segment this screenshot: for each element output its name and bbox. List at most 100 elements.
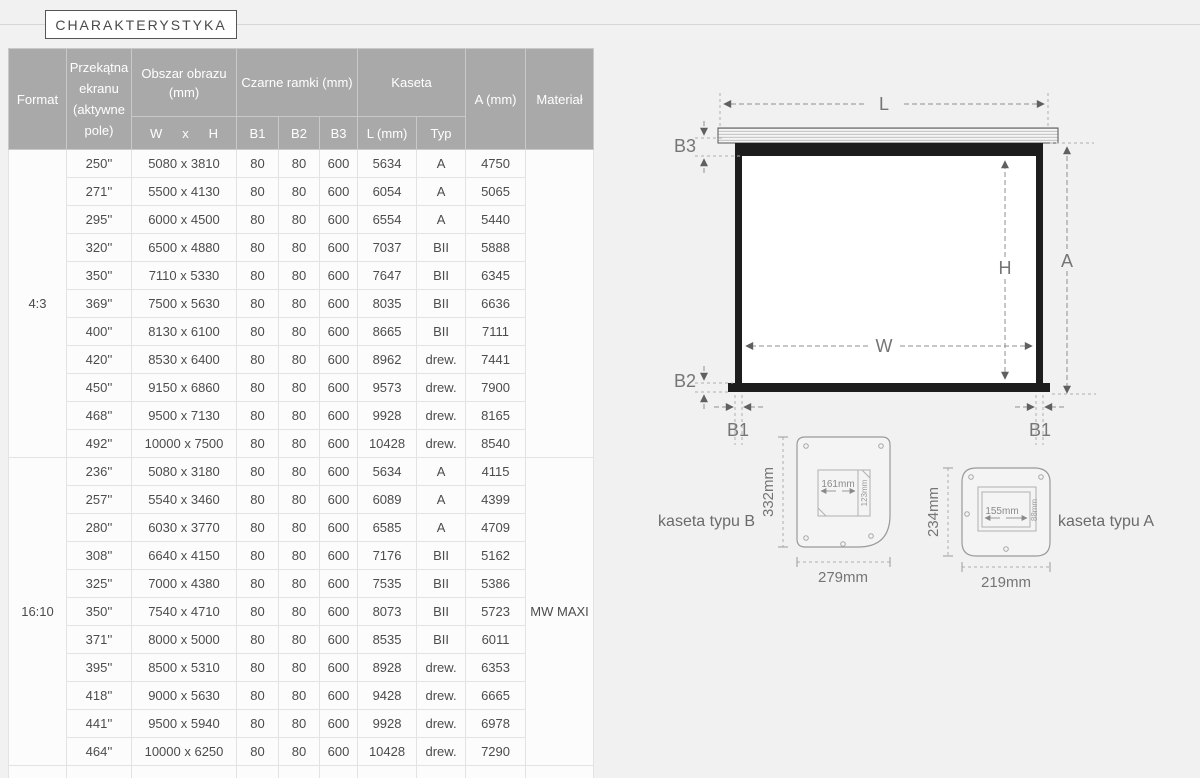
b2-cell: 80 [279, 318, 320, 346]
table-row: 257''5540 x 346080806006089A4399 [9, 486, 594, 514]
b1-left-label: B1 [727, 420, 749, 440]
b1-cell: 80 [237, 430, 279, 458]
typ-cell: BII [417, 542, 466, 570]
b2-cell: 80 [279, 178, 320, 206]
empty-cell [417, 766, 466, 778]
cassette-b-height-label: 332mm [760, 467, 777, 517]
page-title: CHARAKTERYSTYKA [45, 10, 237, 39]
image-area-cell: 10000 x 6250 [132, 738, 237, 766]
material-cell: MW MAXI [526, 458, 594, 766]
a-cell: 5440 [466, 206, 526, 234]
b2-ref-lines [695, 383, 733, 392]
l-dim-label: L [879, 94, 889, 114]
b3-cell: 600 [320, 430, 358, 458]
cassette-b-inner-height-label: 123mm [860, 479, 869, 506]
header-w: W [150, 124, 162, 143]
a-cell: 6665 [466, 682, 526, 710]
l-cell: 5634 [358, 458, 417, 486]
b3-cell: 600 [320, 654, 358, 682]
b3-cell: 600 [320, 570, 358, 598]
typ-cell: BII [417, 262, 466, 290]
diagonal-cell: 325'' [67, 570, 132, 598]
b1-right-label: B1 [1029, 420, 1051, 440]
b2-cell: 80 [279, 206, 320, 234]
spec-table: Format Przekątna ekranu (aktywne pole) O… [8, 48, 594, 778]
empty-cell [9, 766, 67, 778]
l-cell: 8035 [358, 290, 417, 318]
b2-cell: 80 [279, 626, 320, 654]
cassette-b-label: kaseta typu B [658, 513, 755, 530]
l-cell: 8928 [358, 654, 417, 682]
diagonal-cell: 492'' [67, 430, 132, 458]
b1-cell: 80 [237, 598, 279, 626]
b1-cell: 80 [237, 654, 279, 682]
typ-cell: BII [417, 598, 466, 626]
table-row: 280''6030 x 377080806006585A4709 [9, 514, 594, 542]
b1-cell: 80 [237, 374, 279, 402]
diagonal-cell: 468'' [67, 402, 132, 430]
b3-cell: 600 [320, 738, 358, 766]
diagonal-cell: 369'' [67, 290, 132, 318]
a-cell: 4115 [466, 458, 526, 486]
b3-cell: 600 [320, 290, 358, 318]
l-cell: 5634 [358, 150, 417, 178]
table-row: 271''5500 x 413080806006054A5065 [9, 178, 594, 206]
b2-cell: 80 [279, 542, 320, 570]
table-row: 371''8000 x 500080806008535BII6011 [9, 626, 594, 654]
a-cell: 7290 [466, 738, 526, 766]
cassette-a-inner-width-label: 155mm [985, 506, 1018, 517]
header-image-area: Obszar obrazu (mm) [132, 49, 237, 117]
b1-cell: 80 [237, 262, 279, 290]
spec-table-container: Format Przekątna ekranu (aktywne pole) O… [8, 48, 594, 778]
image-area-cell: 5080 x 3810 [132, 150, 237, 178]
typ-cell: A [417, 178, 466, 206]
l-cell: 7176 [358, 542, 417, 570]
b3-cell: 600 [320, 598, 358, 626]
diagonal-cell: 400'' [67, 318, 132, 346]
diagonal-cell: 418'' [67, 682, 132, 710]
table-row: 492''10000 x 7500808060010428drew.8540 [9, 430, 594, 458]
a-cell: 5065 [466, 178, 526, 206]
screen-bottom-bar [728, 383, 1050, 392]
b1-cell: 80 [237, 402, 279, 430]
table-row: 350''7540 x 471080806008073BII5723 [9, 598, 594, 626]
diagonal-cell: 420'' [67, 346, 132, 374]
header-a-mm: A (mm) [466, 49, 526, 150]
image-area-cell: 7110 x 5330 [132, 262, 237, 290]
b3-cell: 600 [320, 318, 358, 346]
header-diagonal: Przekątna ekranu (aktywne pole) [67, 49, 132, 150]
table-row: 369''7500 x 563080806008035BII6636 [9, 290, 594, 318]
b3-cell: 600 [320, 710, 358, 738]
b1-cell: 80 [237, 234, 279, 262]
cassette-b-body [797, 437, 890, 547]
b3-cell: 600 [320, 458, 358, 486]
b2-cell: 80 [279, 486, 320, 514]
diagonal-cell: 350'' [67, 598, 132, 626]
typ-cell: BII [417, 626, 466, 654]
image-area-cell: 5500 x 4130 [132, 178, 237, 206]
l-cell: 6585 [358, 514, 417, 542]
l-cell: 6089 [358, 486, 417, 514]
b3-cell: 600 [320, 514, 358, 542]
diagonal-cell: 350'' [67, 262, 132, 290]
b3-cell: 600 [320, 178, 358, 206]
a-cell: 6353 [466, 654, 526, 682]
b1-cell: 80 [237, 570, 279, 598]
l-cell: 7037 [358, 234, 417, 262]
b1-cell: 80 [237, 206, 279, 234]
image-area-cell: 9500 x 5940 [132, 710, 237, 738]
diagonal-cell: 450'' [67, 374, 132, 402]
b2-cell: 80 [279, 430, 320, 458]
b3-cell: 600 [320, 626, 358, 654]
image-area-cell: 8530 x 6400 [132, 346, 237, 374]
l-cell: 10428 [358, 430, 417, 458]
table-row: 320''6500 x 488080806007037BII5888 [9, 234, 594, 262]
b2-cell: 80 [279, 150, 320, 178]
typ-cell: A [417, 206, 466, 234]
b1-cell: 80 [237, 150, 279, 178]
b3-cell: 600 [320, 234, 358, 262]
b2-cell: 80 [279, 346, 320, 374]
diagonal-cell: 371'' [67, 626, 132, 654]
image-area-cell: 6000 x 4500 [132, 206, 237, 234]
empty-cell [279, 766, 320, 778]
